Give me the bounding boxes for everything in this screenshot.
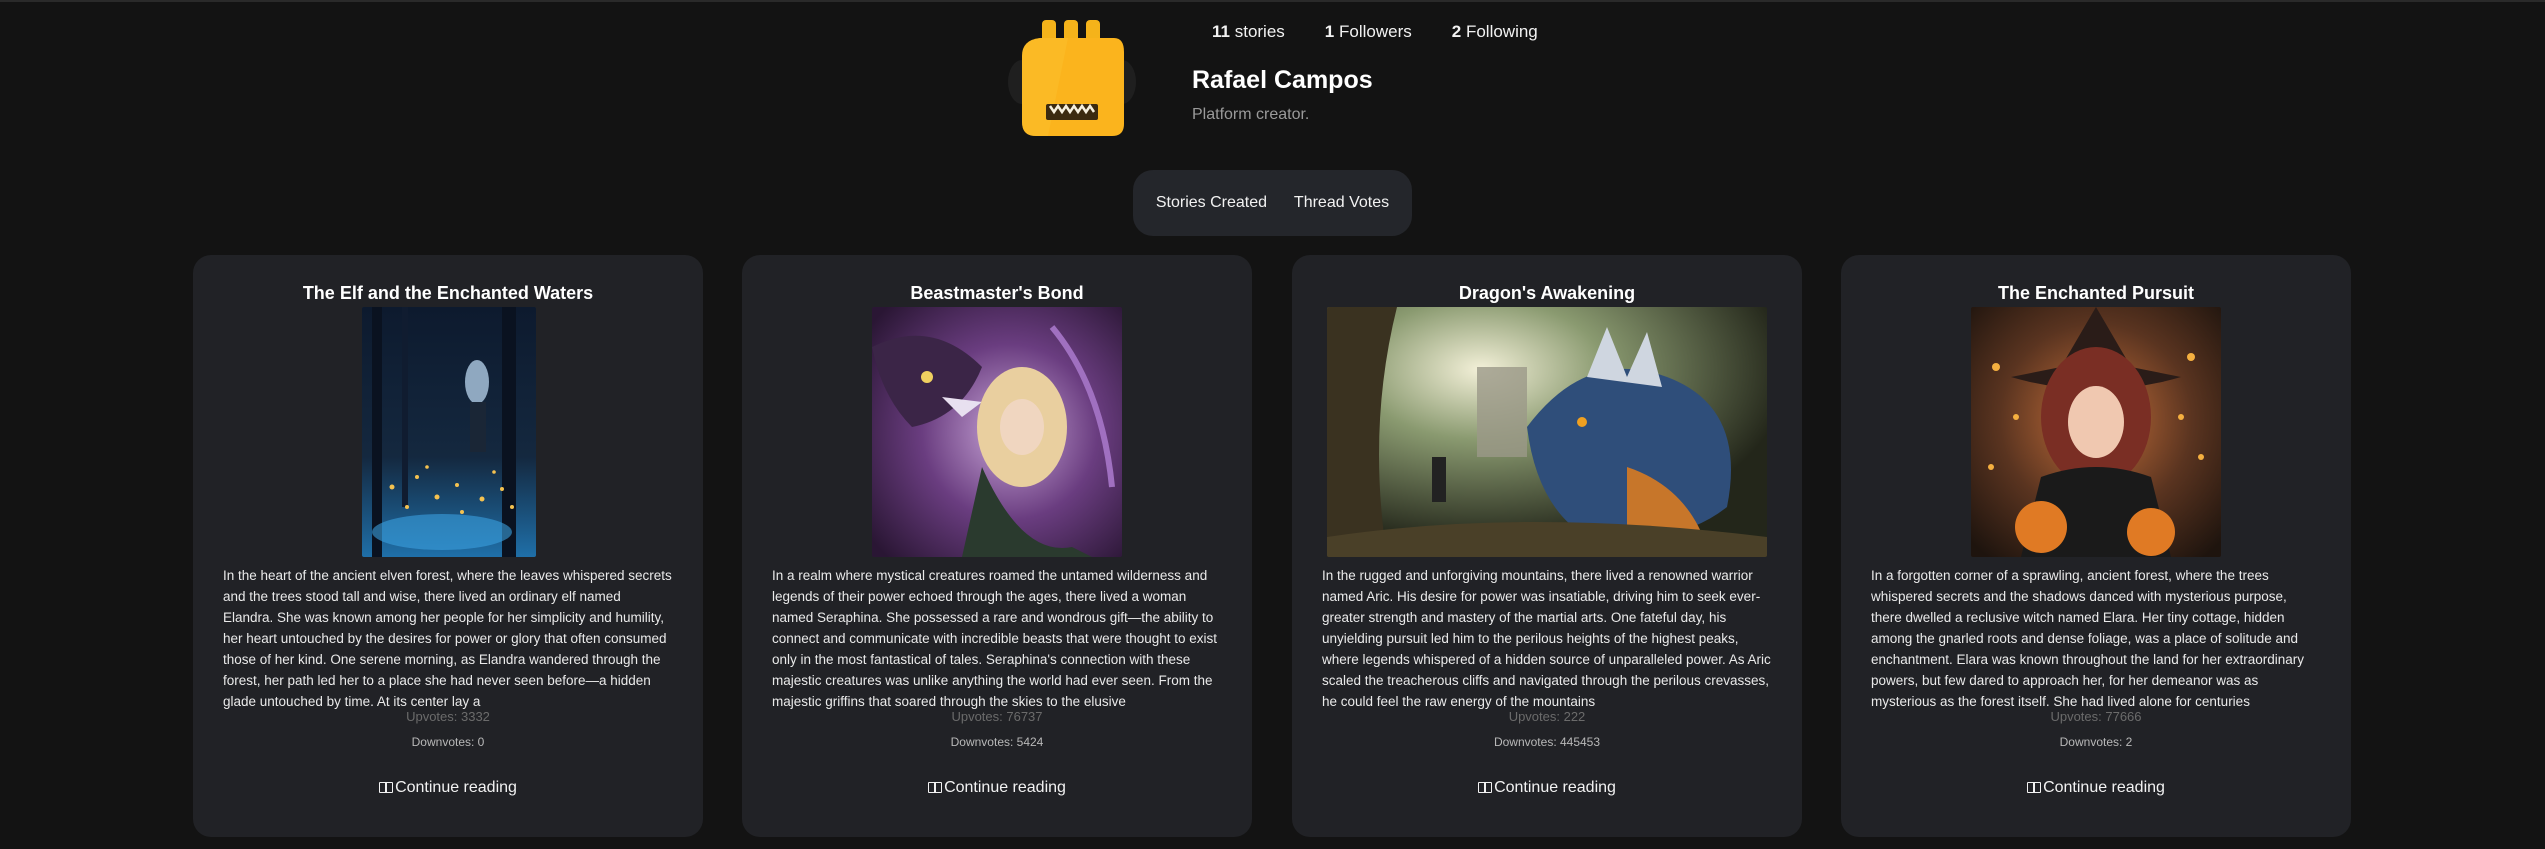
tab-stories-created[interactable]: Stories Created [1152, 188, 1271, 218]
story-card[interactable]: Beastmaster's Bond In a realm where myst… [742, 255, 1252, 837]
elf-forest-image [362, 307, 536, 557]
book-icon [2027, 782, 2042, 793]
stories-stat[interactable]: 11 stories [1212, 22, 1285, 42]
book-icon [379, 782, 394, 793]
downvotes-count: Downvotes: 0 [411, 735, 485, 749]
continue-reading-link[interactable]: Continue reading [742, 779, 1252, 797]
story-excerpt: In the rugged and unforgiving mountains,… [1322, 568, 1771, 709]
profile-tabs: Stories Created Thread Votes [1133, 170, 1412, 236]
upvotes-count: Upvotes: 76737 [951, 709, 1043, 724]
story-cover-image[interactable] [872, 307, 1122, 557]
story-title[interactable]: Beastmaster's Bond [742, 283, 1252, 304]
story-title[interactable]: The Elf and the Enchanted Waters [193, 283, 703, 304]
story-cover-image[interactable] [1327, 307, 1767, 557]
story-excerpt: In the heart of the ancient elven forest… [223, 568, 672, 709]
profile-name: Rafael Campos [1192, 66, 1373, 94]
robot-avatar-icon [1008, 20, 1136, 136]
following-stat[interactable]: 2 Following [1452, 22, 1538, 42]
story-title[interactable]: The Enchanted Pursuit [1841, 283, 2351, 304]
downvotes-count: Downvotes: 2 [2059, 735, 2133, 749]
downvotes-count: Downvotes: 5424 [950, 735, 1044, 749]
witch-image [1971, 307, 2221, 557]
story-card[interactable]: The Elf and the Enchanted Waters In the [193, 255, 703, 837]
profile-stats: 11 stories 1 Followers 2 Following [1212, 22, 1538, 42]
continue-reading-link[interactable]: Continue reading [1292, 779, 1802, 797]
top-border [0, 0, 2545, 2]
beastmaster-image [872, 307, 1122, 557]
profile-bio: Platform creator. [1192, 106, 1310, 123]
tab-thread-votes[interactable]: Thread Votes [1290, 188, 1393, 218]
book-icon [928, 782, 943, 793]
upvotes-count: Upvotes: 3332 [406, 709, 490, 724]
downvotes-count: Downvotes: 445453 [1493, 735, 1601, 749]
continue-reading-link[interactable]: Continue reading [193, 779, 703, 797]
upvotes-count: Upvotes: 77666 [2050, 709, 2142, 724]
story-excerpt: In a forgotten corner of a sprawling, an… [1871, 568, 2305, 709]
story-title[interactable]: Dragon's Awakening [1292, 283, 1802, 304]
dragon-image [1327, 307, 1767, 557]
upvotes-count: Upvotes: 222 [1508, 709, 1586, 724]
book-icon [1478, 782, 1493, 793]
continue-reading-link[interactable]: Continue reading [1841, 779, 2351, 797]
followers-stat[interactable]: 1 Followers [1325, 22, 1412, 42]
story-card[interactable]: The Enchanted Pursuit In a forgotten cor… [1841, 255, 2351, 837]
story-cover-image[interactable] [362, 307, 536, 557]
story-excerpt: In a realm where mystical creatures roam… [772, 568, 1217, 709]
avatar [1008, 16, 1136, 140]
story-card[interactable]: Dragon's Awakening In the rugged and unf… [1292, 255, 1802, 837]
story-cover-image[interactable] [1971, 307, 2221, 557]
